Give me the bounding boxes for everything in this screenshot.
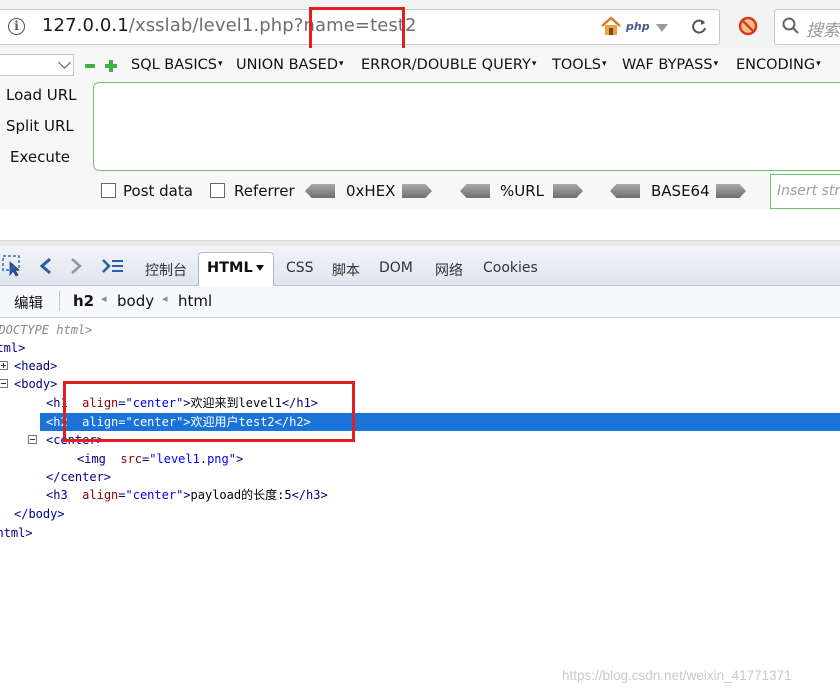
tree-body-close: </body> <box>14 507 65 521</box>
tree-html-open[interactable]: <html> <box>0 340 25 356</box>
menu-encoding[interactable]: ENCODING <box>736 57 821 73</box>
search-icon <box>782 17 799 34</box>
tree-head[interactable]: <head> <box>14 358 57 374</box>
menu-tools[interactable]: TOOLS <box>552 57 607 73</box>
menu-sql-basics[interactable]: SQL BASICS <box>131 57 223 73</box>
back-icon[interactable] <box>38 257 54 275</box>
hex-label: 0xHEX <box>346 182 396 200</box>
tree-doctype: <!DOCTYPE html> <box>0 323 93 337</box>
insert-string-placeholder: Insert str <box>777 183 840 199</box>
inspect-icon[interactable] <box>2 255 24 277</box>
breadcrumb-item-body[interactable]: body <box>117 292 154 310</box>
tree-center-close: </center> <box>46 470 112 484</box>
post-data-label: Post data <box>123 182 193 200</box>
php-badge: php <box>626 20 650 33</box>
load-url-button[interactable]: Load URL <box>6 86 77 104</box>
menu-error-double-query[interactable]: ERROR/DOUBLE QUERY <box>361 57 536 73</box>
toolbar-divider <box>59 291 60 311</box>
tab-html-label: HTML <box>207 260 253 276</box>
execute-button[interactable]: Execute <box>10 148 70 166</box>
home-icon[interactable] <box>600 16 622 36</box>
forward-icon[interactable] <box>68 257 84 275</box>
edit-button[interactable]: 编辑 <box>14 292 43 313</box>
chevron-left-icon: ◂ <box>162 292 168 305</box>
menu-union-based[interactable]: UNION BASED <box>236 57 344 73</box>
tree-highlight-box <box>63 381 355 442</box>
tree-img-row[interactable]: <img src="level1.png"> <box>77 451 243 467</box>
dropdown-arrow-icon[interactable] <box>656 24 668 32</box>
referrer-checkbox[interactable] <box>210 183 225 198</box>
chevron-left-icon: ◂ <box>101 292 107 305</box>
breadcrumb-item-html[interactable]: html <box>178 292 212 310</box>
split-url-button[interactable]: Split URL <box>6 117 74 135</box>
tree-h3-row[interactable]: <h3 align="center">payload的长度:5</h3> <box>46 487 328 503</box>
minus-icon[interactable] <box>85 64 95 68</box>
breadcrumb-item-h2[interactable]: h2 <box>73 292 94 310</box>
plus-icon[interactable] <box>104 59 118 73</box>
collapse-toggle-icon[interactable] <box>28 435 37 444</box>
tab-dom[interactable]: DOM <box>379 260 413 276</box>
img-src-value: "level1.png" <box>149 452 236 466</box>
tree-html-close: </html> <box>0 526 33 540</box>
tab-css[interactable]: CSS <box>286 260 314 276</box>
attr-name: align <box>82 488 119 502</box>
urlenc-label: %URL <box>500 182 545 200</box>
h3-text: payload的长度:5 <box>190 488 292 502</box>
info-icon[interactable]: i <box>8 18 25 35</box>
referrer-label: Referrer <box>234 182 295 200</box>
chevron-down-icon[interactable] <box>256 265 264 271</box>
html-tree-panel <box>0 318 840 696</box>
url-host: 127.0.0.1 <box>42 15 129 36</box>
tab-net[interactable]: 网络 <box>435 260 463 280</box>
firebug-toolbar <box>0 246 840 286</box>
reload-icon[interactable] <box>690 18 708 36</box>
tab-console[interactable]: 控制台 <box>145 260 187 280</box>
attr-value: "center" <box>125 488 184 502</box>
post-data-checkbox[interactable] <box>101 183 116 198</box>
noscript-icon[interactable] <box>738 16 758 36</box>
tab-cookies[interactable]: Cookies <box>483 260 538 276</box>
tab-script[interactable]: 脚本 <box>332 260 360 280</box>
search-placeholder: 搜索 <box>806 21 840 41</box>
collapse-toggle-icon[interactable] <box>0 379 8 388</box>
menu-waf-bypass[interactable]: WAF BYPASS <box>622 57 718 73</box>
tree-body-open[interactable]: <body> <box>14 376 57 392</box>
expand-toggle-icon[interactable] <box>0 361 8 370</box>
base64-label: BASE64 <box>651 182 710 200</box>
watermark: https://blog.csdn.net/weixin_41771371 <box>562 668 792 683</box>
url-textarea[interactable] <box>93 82 840 171</box>
attr-name: src <box>120 452 143 466</box>
command-line-icon[interactable] <box>102 258 124 274</box>
